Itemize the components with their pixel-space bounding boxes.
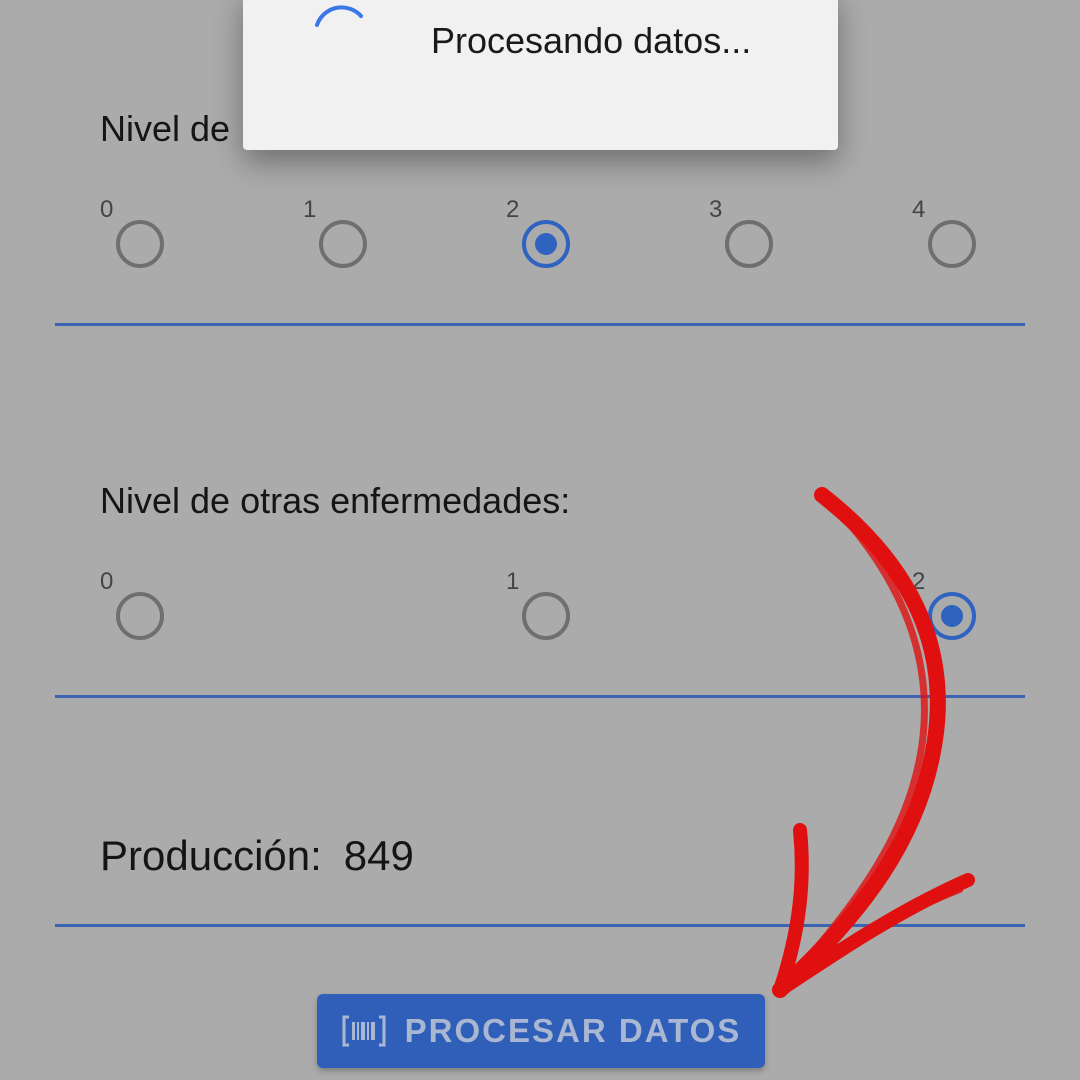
radio-button[interactable] [319, 220, 367, 268]
section-divider [55, 695, 1025, 698]
red-arrow-annotation [772, 487, 975, 998]
radio-button[interactable] [725, 220, 773, 268]
radio-button[interactable] [522, 592, 570, 640]
radio-button-selected[interactable] [928, 592, 976, 640]
production-row: Producción: 849 [100, 832, 414, 880]
radio-button[interactable] [928, 220, 976, 268]
radio-option-number: 0 [100, 196, 114, 223]
radio-option-number: 4 [912, 196, 926, 223]
radio-button[interactable] [116, 220, 164, 268]
progress-dialog: Procesando datos... [243, 0, 838, 150]
production-value: 849 [343, 832, 414, 879]
section-divider [55, 924, 1025, 927]
radio-option-number: 3 [709, 196, 723, 223]
other-diseases-label: Nivel de otras enfermedades: [100, 480, 571, 521]
process-data-button[interactable]: PROCESAR DATOS [317, 994, 765, 1068]
radio-option-number: 2 [912, 568, 926, 595]
radio-option-number: 0 [100, 568, 114, 595]
radio-option-number: 1 [303, 196, 317, 223]
radio-option-number: 2 [506, 196, 520, 223]
section-divider [55, 323, 1025, 326]
loading-spinner-icon [315, 5, 363, 27]
production-label: Producción: [100, 832, 322, 879]
process-data-button-label: PROCESAR DATOS [404, 1012, 742, 1049]
radio-button[interactable] [116, 592, 164, 640]
radio-button-selected[interactable] [522, 220, 570, 268]
radio-option-number: 1 [506, 568, 520, 595]
barcode-icon [342, 1015, 386, 1047]
progress-message: Procesando datos... [431, 20, 752, 61]
disease-level-label: Nivel de [100, 108, 231, 149]
